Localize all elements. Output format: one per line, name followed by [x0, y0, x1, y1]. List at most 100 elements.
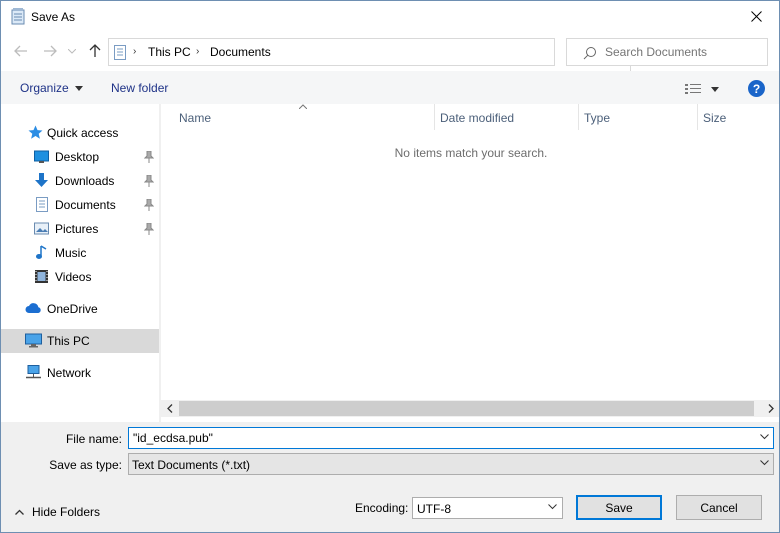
column-header-size[interactable]: Size	[698, 104, 779, 130]
nav-item-documents[interactable]: Documents	[1, 193, 159, 217]
nav-item-label: Pictures	[55, 222, 99, 236]
save-as-type-label: Save as type:	[49, 458, 122, 472]
nav-item-label: Videos	[55, 270, 92, 284]
column-headers: Name Date modified Type Size	[161, 104, 779, 130]
save-button[interactable]: Save	[576, 495, 662, 520]
chevron-left-icon	[166, 404, 172, 413]
pin-icon	[144, 223, 154, 235]
nav-item-quick-access[interactable]: Quick access	[1, 121, 159, 145]
nav-item-label: Documents	[55, 198, 116, 212]
desktop-icon	[34, 150, 49, 163]
breadcrumb-this-pc[interactable]: This PC	[148, 45, 191, 59]
details-view-icon	[685, 84, 701, 94]
nav-item-label: Desktop	[55, 150, 100, 164]
address-bar[interactable]: › This PC › Documents	[108, 38, 652, 71]
file-name-combobox[interactable]	[128, 427, 774, 449]
nav-item-downloads[interactable]: Downloads	[1, 169, 159, 193]
hide-folders-label: Hide Folders	[32, 505, 101, 519]
video-icon	[35, 270, 48, 283]
chevron-down-icon[interactable]	[760, 434, 769, 440]
arrow-right-icon	[44, 45, 57, 57]
pin-icon	[144, 175, 154, 187]
file-list: Name Date modified Type Size No items ma…	[161, 104, 779, 422]
star-icon	[28, 125, 43, 139]
save-as-type-select[interactable]: Text Documents (*.txt)	[128, 453, 774, 475]
network-icon	[26, 365, 41, 379]
title-bar: Save As	[1, 1, 779, 32]
nav-item-pictures[interactable]: Pictures	[1, 217, 159, 241]
nav-item-network[interactable]: Network	[1, 361, 159, 385]
encoding-label: Encoding:	[355, 501, 409, 515]
arrow-left-icon	[14, 45, 27, 57]
back-button[interactable]	[12, 42, 30, 60]
cancel-button[interactable]: Cancel	[676, 495, 762, 520]
chevron-right-icon	[768, 404, 774, 413]
nav-item-label: This PC	[47, 334, 90, 348]
address-row: › This PC › Documents	[1, 32, 779, 71]
help-button[interactable]: ?	[748, 80, 765, 97]
nav-item-videos[interactable]: Videos	[1, 265, 159, 289]
breadcrumb-separator: ›	[133, 46, 137, 57]
cloud-icon	[25, 303, 41, 313]
file-name-label: File name:	[65, 432, 122, 446]
help-icon: ?	[752, 81, 761, 96]
arrow-up-icon	[89, 44, 101, 57]
recent-locations-button[interactable]	[63, 42, 81, 60]
pictures-icon	[34, 222, 49, 235]
nav-item-desktop[interactable]: Desktop	[1, 145, 159, 169]
nav-item-this-pc[interactable]: This PC	[1, 329, 159, 353]
organize-label: Organize	[20, 81, 69, 95]
scrollbar-thumb[interactable]	[179, 401, 754, 416]
document-icon	[36, 197, 48, 212]
empty-message: No items match your search.	[394, 146, 548, 160]
window-title: Save As	[31, 10, 76, 24]
nav-item-onedrive[interactable]: OneDrive	[1, 297, 159, 321]
chevron-down-icon	[68, 48, 76, 54]
navigation-pane: Quick access Desktop Downloads Documents…	[1, 104, 159, 422]
column-header-type[interactable]: Type	[579, 104, 698, 130]
scroll-left-button[interactable]	[161, 400, 178, 417]
search-icon	[583, 47, 596, 60]
breadcrumb-documents[interactable]: Documents	[210, 45, 271, 59]
chevron-down-icon	[760, 460, 769, 466]
change-view-button[interactable]	[685, 81, 725, 97]
close-icon	[750, 11, 762, 22]
chevron-up-icon	[15, 509, 24, 515]
nav-item-label: Quick access	[47, 126, 119, 140]
music-icon	[36, 245, 47, 259]
nav-item-music[interactable]: Music	[1, 241, 159, 265]
computer-icon	[25, 333, 42, 348]
breadcrumb-separator: ›	[196, 46, 200, 57]
nav-item-label: OneDrive	[47, 302, 98, 316]
organize-button[interactable]: Organize	[20, 81, 84, 95]
save-options: File name: Save as type: Text Documents …	[1, 422, 779, 532]
horizontal-scrollbar[interactable]	[161, 400, 779, 417]
pin-icon	[144, 151, 154, 163]
save-as-dialog: Save As › This PC › Documents Search Doc…	[0, 0, 780, 533]
save-as-type-value: Text Documents (*.txt)	[132, 458, 251, 472]
hide-folders-button[interactable]: Hide Folders	[15, 504, 100, 520]
pin-icon	[144, 199, 154, 211]
caret-down-icon	[75, 86, 84, 92]
column-header-name[interactable]: Name	[174, 104, 435, 130]
toolbar: Organize New folder ?	[1, 71, 779, 104]
notepad-icon	[11, 8, 25, 25]
nav-item-label: Network	[47, 366, 92, 380]
chevron-down-icon	[548, 504, 557, 510]
scroll-right-button[interactable]	[762, 400, 779, 417]
close-button[interactable]	[733, 1, 779, 32]
nav-item-label: Music	[55, 246, 87, 260]
search-box[interactable]	[566, 38, 768, 66]
new-folder-button[interactable]: New folder	[111, 81, 168, 95]
nav-item-label: Downloads	[55, 174, 115, 188]
search-input[interactable]	[605, 45, 755, 59]
file-name-input[interactable]	[133, 431, 743, 445]
forward-button[interactable]	[41, 42, 59, 60]
download-icon	[35, 173, 48, 187]
column-header-date-modified[interactable]: Date modified	[435, 104, 579, 130]
encoding-value: UTF-8	[417, 502, 451, 516]
caret-down-icon	[711, 86, 719, 92]
encoding-select[interactable]: UTF-8	[412, 497, 563, 519]
document-folder-icon	[114, 45, 126, 60]
up-button[interactable]	[86, 42, 104, 60]
